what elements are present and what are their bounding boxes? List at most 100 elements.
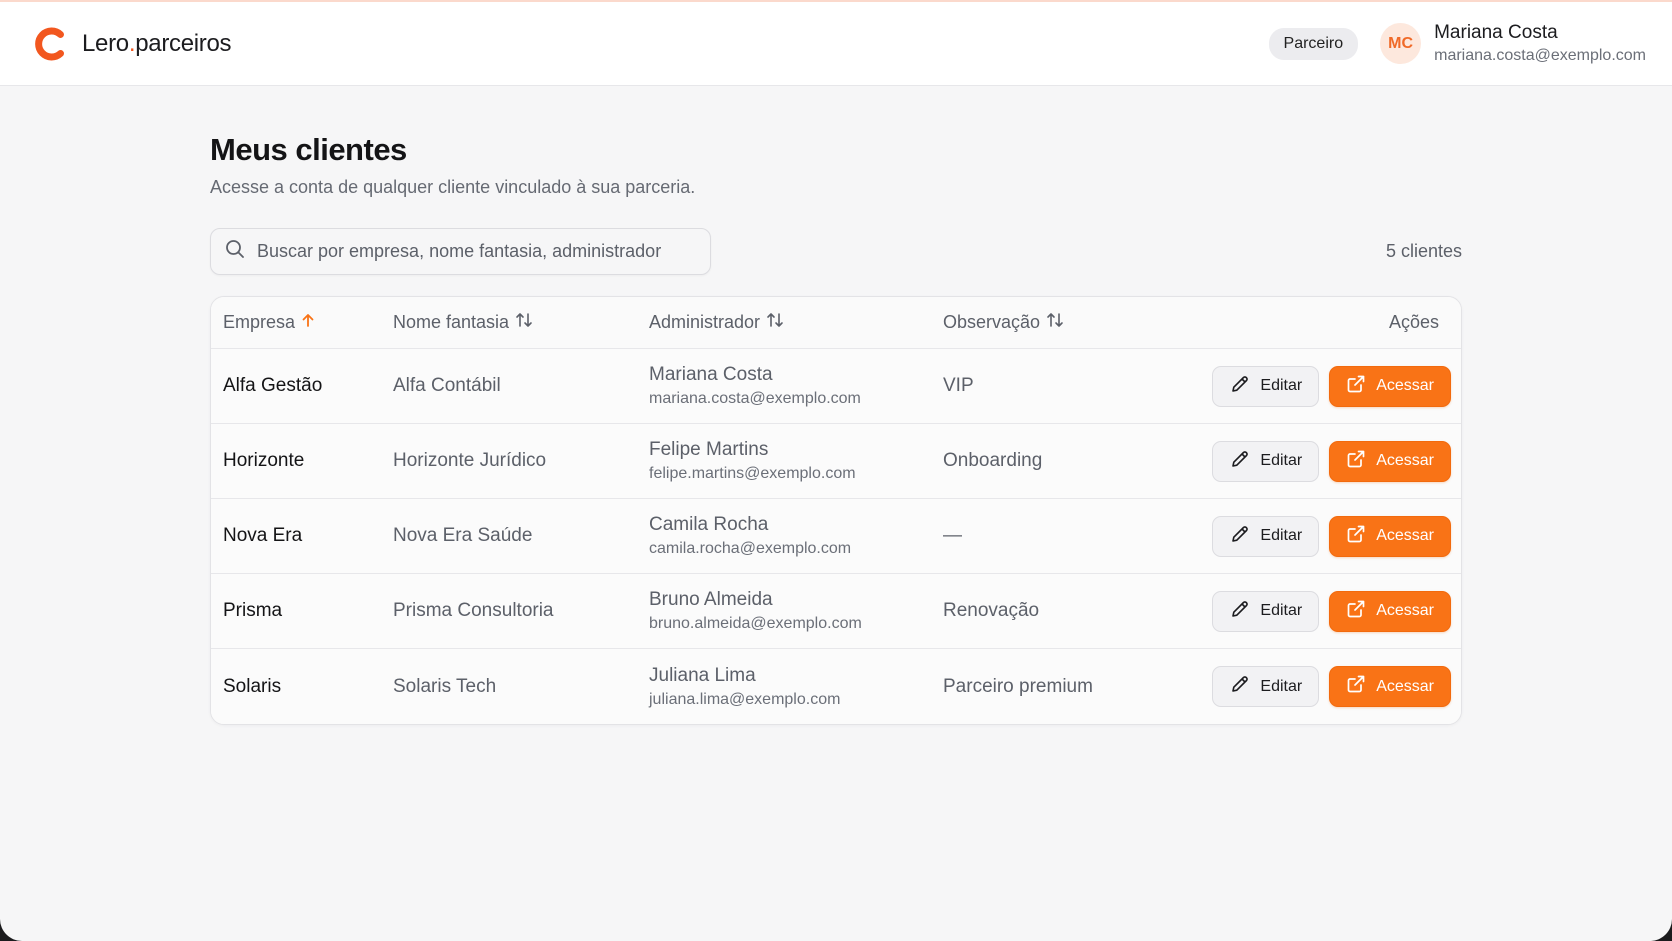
cell-fantasia: Solaris Tech [393,675,497,697]
table-body: Alfa Gestão Alfa Contábil Mariana Costa … [211,349,1461,724]
page-subtitle: Acesse a conta de qualquer cliente vincu… [210,177,696,197]
cell-empresa: Prisma [223,600,283,621]
edit-button[interactable]: Editar [1212,365,1320,407]
admin-email: felipe.martins@exemplo.com [649,465,856,482]
edit-button[interactable]: Editar [1212,440,1320,482]
row-actions: Editar Acessar [1193,666,1461,707]
cell-admin: Mariana Costa mariana.costa@exemplo.com [649,364,943,408]
row-actions: Editar Acessar [1193,365,1461,407]
cell-fantasia: Horizonte Jurídico [393,450,547,471]
sort-arrows-icon [1046,312,1064,333]
brand-name-main: Lero [82,29,129,57]
user-info[interactable]: Mariana Costa mariana.costa@exemplo.com [1434,22,1646,65]
edit-button[interactable]: Editar [1212,590,1320,632]
toolbar: 5 clientes [210,228,1462,275]
table-row: Prisma Prisma Consultoria Bruno Almeida … [211,574,1461,649]
access-button[interactable]: Acessar [1329,515,1451,557]
brand-name-suffix: parceiros [135,29,232,57]
cell-admin: Juliana Lima juliana.lima@exemplo.com [649,665,943,709]
access-label: Acessar [1376,527,1434,544]
clients-table: Empresa Nome fantasia Administrador Obse… [210,296,1462,725]
table-row: Nova Era Nova Era Saúde Camila Rocha cam… [211,499,1461,574]
pencil-icon [1230,449,1250,474]
access-label: Acessar [1376,452,1434,469]
external-link-icon [1346,374,1366,399]
header-cell-admin: Administrador [649,312,943,333]
sort-header-obs[interactable]: Observação [943,312,1193,333]
access-button[interactable]: Acessar [1329,590,1451,632]
cell-fantasia: Alfa Contábil [393,375,501,396]
sort-header-admin[interactable]: Administrador [649,312,943,333]
sort-header-empresa[interactable]: Empresa [223,312,393,333]
table-header: Empresa Nome fantasia Administrador Obse… [211,297,1461,349]
role-badge: Parceiro [1268,27,1359,60]
cell-fantasia: Nova Era Saúde [393,525,533,546]
user-name: Mariana Costa [1434,22,1558,43]
edit-label: Editar [1260,377,1303,394]
avatar[interactable]: MC [1380,23,1422,64]
pencil-icon [1230,524,1250,549]
cell-empresa: Nova Era [223,525,303,546]
cell-empresa: Solaris [223,675,282,697]
header-cell-empresa: Empresa [211,312,393,333]
cell-empresa: Alfa Gestão [223,375,323,396]
main-content: Meus clientes Acesse a conta de qualquer… [210,132,1462,725]
row-actions: Editar Acessar [1193,590,1461,632]
cell-fantasia: Prisma Consultoria [393,600,554,621]
edit-button[interactable]: Editar [1212,666,1320,707]
edit-label: Editar [1260,452,1303,469]
user-area: Parceiro MC Mariana Costa mariana.costa@… [1268,22,1646,65]
client-count: 5 clientes [1385,241,1462,261]
edit-label: Editar [1260,602,1303,619]
table-row: Horizonte Horizonte Jurídico Felipe Mart… [211,424,1461,499]
admin-email: bruno.almeida@exemplo.com [649,615,862,632]
user-email: mariana.costa@exemplo.com [1434,47,1646,64]
admin-name: Mariana Costa [649,364,773,385]
cell-observacao: — [943,525,962,546]
cell-admin: Bruno Almeida bruno.almeida@exemplo.com [649,589,943,633]
brand-name: Lero.parceiros [82,29,232,58]
admin-name: Juliana Lima [649,664,756,686]
access-label: Acessar [1376,602,1434,619]
page-title: Meus clientes [210,132,407,167]
external-link-icon [1346,449,1366,474]
access-button[interactable]: Acessar [1329,666,1451,707]
pencil-icon [1230,374,1250,399]
arrow-up-icon [301,312,315,333]
header-label-obs: Observação [943,312,1041,332]
search-icon [225,239,245,264]
admin-email: juliana.lima@exemplo.com [649,690,841,708]
sort-arrows-icon [766,312,784,333]
external-link-icon [1346,599,1366,624]
search-box[interactable] [210,228,711,275]
cell-observacao: Parceiro premium [943,675,1093,697]
sort-header-fantasia[interactable]: Nome fantasia [393,312,649,333]
cell-admin: Camila Rocha camila.rocha@exemplo.com [649,514,943,558]
access-label: Acessar [1376,677,1434,695]
row-actions: Editar Acessar [1193,515,1461,557]
cell-observacao: Onboarding [943,450,1043,471]
header-label-admin: Administrador [649,312,761,332]
access-button[interactable]: Acessar [1329,365,1451,407]
header-cell-acoes: Ações [1193,312,1461,333]
logo-icon [32,25,70,63]
edit-label: Editar [1260,677,1303,695]
row-actions: Editar Acessar [1193,440,1461,482]
header-label-fantasia: Nome fantasia [393,312,510,332]
table-row: Solaris Solaris Tech Juliana Lima julian… [211,649,1461,724]
search-input[interactable] [257,241,696,262]
header-cell-fantasia: Nome fantasia [393,312,649,333]
pencil-icon [1230,599,1250,624]
brand[interactable]: Lero.parceiros [32,25,232,63]
cell-empresa: Horizonte [223,450,305,471]
edit-label: Editar [1260,527,1303,544]
sort-arrows-icon [515,312,533,333]
app-window: Lero.parceiros Parceiro MC Mariana Costa… [0,0,1672,941]
access-button[interactable]: Acessar [1329,440,1451,482]
header-label-empresa: Empresa [223,312,296,332]
admin-name: Felipe Martins [649,439,769,460]
edit-button[interactable]: Editar [1212,515,1320,557]
admin-name: Bruno Almeida [649,589,773,610]
cell-observacao: VIP [943,375,974,396]
admin-name: Camila Rocha [649,514,769,535]
